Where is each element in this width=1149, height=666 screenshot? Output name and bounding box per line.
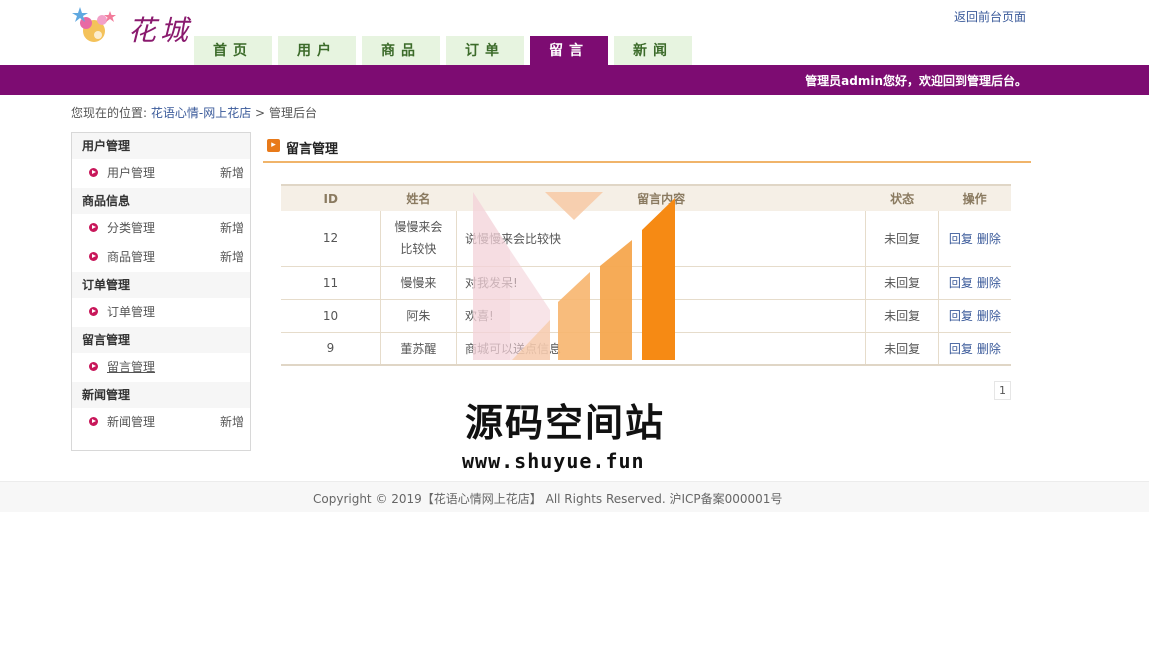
cell-status: 未回复 bbox=[865, 332, 939, 366]
bullet-arrow-icon bbox=[89, 252, 98, 261]
bullet-arrow-icon bbox=[89, 417, 98, 426]
reply-link[interactable]: 回复 bbox=[949, 342, 973, 356]
cell-name: 慢慢来 bbox=[380, 266, 457, 300]
watermark-bar-5 bbox=[642, 198, 675, 360]
cell-id: 11 bbox=[281, 266, 381, 300]
nav-tab-products[interactable]: 商品 bbox=[362, 36, 440, 65]
nav-tab-news[interactable]: 新闻 bbox=[614, 36, 692, 65]
watermark-logo-icon bbox=[473, 192, 675, 360]
reply-link[interactable]: 回复 bbox=[949, 309, 973, 323]
breadcrumb-home-link[interactable]: 花语心情-网上花店 bbox=[151, 106, 251, 120]
column-header-id: ID bbox=[281, 184, 381, 211]
watermark-url: www.shuyue.fun bbox=[462, 449, 645, 473]
cell-actions: 回复 删除 bbox=[938, 299, 1011, 333]
add-user-link[interactable]: 新增 bbox=[220, 159, 244, 188]
column-header-name: 姓名 bbox=[380, 184, 457, 211]
cell-id: 9 bbox=[281, 332, 381, 366]
bullet-arrow-icon bbox=[89, 362, 98, 371]
cell-status: 未回复 bbox=[865, 266, 939, 300]
cell-name: 阿朱 bbox=[380, 299, 457, 333]
sidebar-item-label: 订单管理 bbox=[107, 305, 156, 319]
breadcrumb-separator: > bbox=[255, 106, 266, 120]
main-nav: 首页 用户 商品 订单 留言 新闻 bbox=[194, 36, 698, 65]
cell-id: 12 bbox=[281, 211, 381, 267]
watermark-bar-1 bbox=[473, 192, 510, 360]
add-category-link[interactable]: 新增 bbox=[220, 214, 244, 243]
page-title: 留言管理 bbox=[286, 142, 339, 157]
column-header-actions: 操作 bbox=[938, 184, 1011, 211]
sidebar: 用户管理 用户管理 新增 商品信息 分类管理 新增 商品管理 新增 订单管理 订… bbox=[71, 132, 251, 451]
cell-actions: 回复 删除 bbox=[938, 266, 1011, 300]
cell-actions: 回复 删除 bbox=[938, 211, 1011, 267]
bullet-arrow-icon bbox=[89, 168, 98, 177]
sidebar-item-label: 分类管理 bbox=[107, 221, 156, 235]
cell-status: 未回复 bbox=[865, 299, 939, 333]
welcome-text: 管理员admin您好，欢迎回到管理后台。 bbox=[805, 74, 1027, 88]
nav-tab-users[interactable]: 用户 bbox=[278, 36, 356, 65]
sidebar-item-message-management[interactable]: 留言管理 bbox=[72, 353, 250, 382]
front-page-link[interactable]: 返回前台页面 bbox=[954, 8, 1026, 25]
watermark-bar-3 bbox=[558, 272, 590, 360]
sidebar-item-label: 新闻管理 bbox=[107, 415, 156, 429]
site-logo[interactable]: 花城 bbox=[72, 5, 192, 47]
sidebar-group-messages: 留言管理 bbox=[72, 327, 250, 353]
bullet-arrow-icon bbox=[89, 307, 98, 316]
delete-link[interactable]: 删除 bbox=[977, 309, 1001, 323]
nav-tab-home[interactable]: 首页 bbox=[194, 36, 272, 65]
breadcrumb-prefix: 您现在的位置: bbox=[71, 106, 148, 120]
reply-link[interactable]: 回复 bbox=[949, 276, 973, 290]
sidebar-group-orders: 订单管理 bbox=[72, 272, 250, 298]
content-header: ▸ 留言管理 bbox=[263, 137, 1031, 163]
cell-name: 慢慢来会比较快 bbox=[380, 211, 457, 267]
cell-name: 董苏醒 bbox=[380, 332, 457, 366]
sidebar-group-news: 新闻管理 bbox=[72, 382, 250, 408]
breadcrumb-current: 管理后台 bbox=[268, 106, 317, 120]
delete-link[interactable]: 删除 bbox=[977, 342, 1001, 356]
nav-tab-messages[interactable]: 留言 bbox=[530, 36, 608, 65]
welcome-banner: 管理员admin您好，欢迎回到管理后台。 bbox=[0, 65, 1149, 95]
bullet-arrow-icon bbox=[89, 223, 98, 232]
pagination-page-1[interactable]: 1 bbox=[994, 381, 1011, 400]
watermark-title: 源码空间站 bbox=[465, 401, 666, 445]
add-product-link[interactable]: 新增 bbox=[220, 243, 244, 272]
sidebar-item-label: 商品管理 bbox=[107, 250, 156, 264]
header: 花城 返回前台页面 首页 用户 商品 订单 留言 新闻 bbox=[0, 0, 1149, 65]
delete-link[interactable]: 删除 bbox=[977, 276, 1001, 290]
reply-link[interactable]: 回复 bbox=[949, 232, 973, 246]
delete-link[interactable]: 删除 bbox=[977, 232, 1001, 246]
cell-actions: 回复 删除 bbox=[938, 332, 1011, 366]
sidebar-item-order-management[interactable]: 订单管理 bbox=[72, 298, 250, 327]
sidebar-item-label: 留言管理 bbox=[107, 360, 156, 374]
sidebar-group-users: 用户管理 bbox=[72, 133, 250, 159]
breadcrumb: 您现在的位置: 花语心情-网上花店 > 管理后台 bbox=[71, 104, 317, 121]
logo-text: 花城 bbox=[128, 14, 193, 47]
copyright-text: Copyright © 2019【花语心情网上花店】 All Rights Re… bbox=[313, 492, 783, 506]
nav-tab-orders[interactable]: 订单 bbox=[446, 36, 524, 65]
watermark-bar-4 bbox=[600, 240, 632, 360]
sidebar-group-products: 商品信息 bbox=[72, 188, 250, 214]
section-arrow-icon: ▸ bbox=[267, 139, 280, 152]
sidebar-item-label: 用户管理 bbox=[107, 166, 156, 180]
sidebar-item-user-management[interactable]: 用户管理 新增 bbox=[72, 159, 250, 188]
sidebar-item-category-management[interactable]: 分类管理 新增 bbox=[72, 214, 250, 243]
flower-logo-icon bbox=[72, 7, 116, 42]
sidebar-item-product-management[interactable]: 商品管理 新增 bbox=[72, 243, 250, 272]
footer: Copyright © 2019【花语心情网上花店】 All Rights Re… bbox=[0, 481, 1149, 512]
column-header-status: 状态 bbox=[865, 184, 939, 211]
cell-status: 未回复 bbox=[865, 211, 939, 267]
sidebar-item-news-management[interactable]: 新闻管理 新增 bbox=[72, 408, 250, 437]
watermark-triangle bbox=[545, 192, 603, 220]
add-news-link[interactable]: 新增 bbox=[220, 408, 244, 437]
cell-id: 10 bbox=[281, 299, 381, 333]
